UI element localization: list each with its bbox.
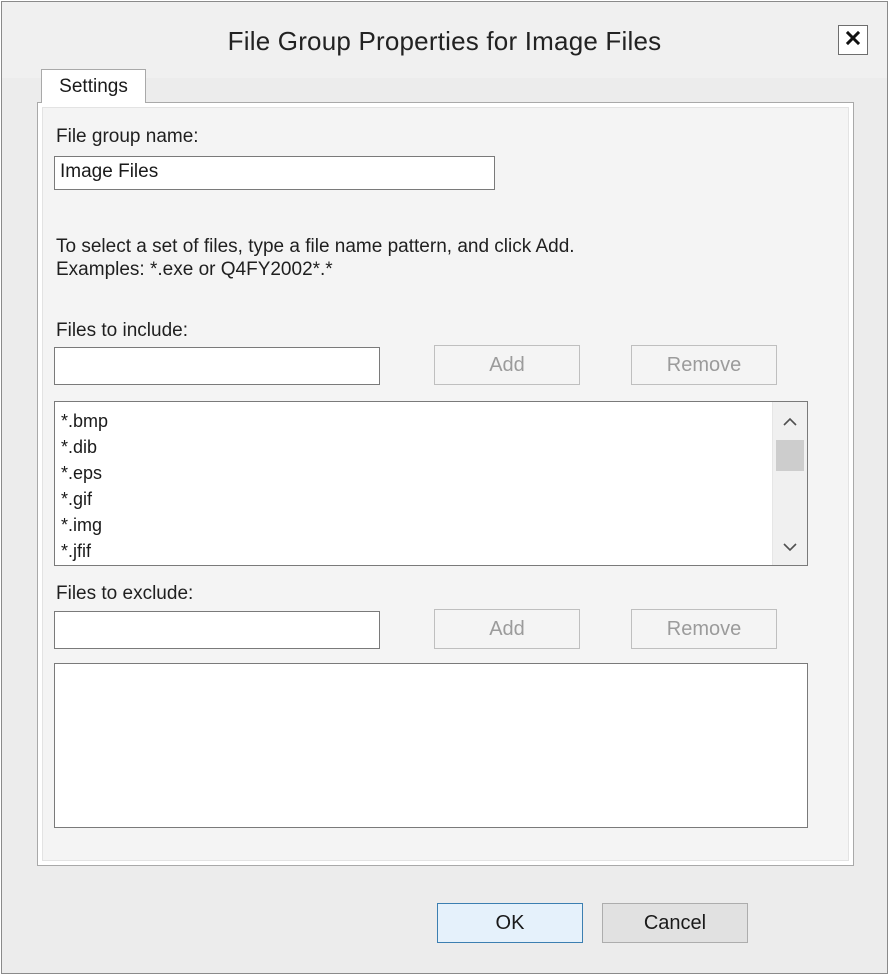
exclude-list[interactable] (54, 663, 808, 828)
chevron-up-icon (782, 414, 798, 432)
files-to-exclude-label: Files to exclude: (56, 583, 194, 604)
exclude-pattern-input[interactable] (54, 611, 380, 649)
instructions-line-1: To select a set of files, type a file na… (56, 236, 575, 257)
tab-settings-label: Settings (59, 75, 128, 97)
scroll-up-button[interactable] (773, 408, 806, 438)
scroll-thumb[interactable] (776, 440, 804, 471)
tab-settings[interactable]: Settings (41, 69, 146, 103)
file-group-name-input[interactable]: Image Files (54, 156, 495, 190)
include-pattern-input[interactable] (54, 347, 380, 385)
cancel-button[interactable]: Cancel (602, 903, 748, 943)
list-item[interactable]: *.bmp (55, 408, 108, 434)
instructions-line-2: Examples: *.exe or Q4FY2002*.* (56, 259, 333, 280)
close-icon (845, 30, 861, 51)
close-button[interactable] (838, 25, 868, 55)
file-group-name-label: File group name: (56, 126, 199, 147)
exclude-add-button[interactable]: Add (434, 609, 580, 649)
list-item[interactable]: *.eps (55, 460, 108, 486)
list-item[interactable]: *.jfif (55, 538, 108, 564)
include-list-items: *.bmp *.dib *.eps *.gif *.img *.jfif (55, 408, 108, 564)
chevron-down-icon (782, 539, 798, 557)
list-item[interactable]: *.img (55, 512, 108, 538)
list-item[interactable]: *.dib (55, 434, 108, 460)
title-bar: File Group Properties for Image Files (2, 2, 887, 78)
include-list-scrollbar[interactable] (772, 402, 807, 565)
files-to-include-label: Files to include: (56, 320, 189, 341)
list-item[interactable]: *.gif (55, 486, 108, 512)
scroll-down-button[interactable] (773, 533, 806, 563)
include-add-button[interactable]: Add (434, 345, 580, 385)
include-remove-button[interactable]: Remove (631, 345, 777, 385)
exclude-remove-button[interactable]: Remove (631, 609, 777, 649)
dialog-title: File Group Properties for Image Files (227, 26, 662, 56)
ok-button[interactable]: OK (437, 903, 583, 943)
include-list[interactable]: *.bmp *.dib *.eps *.gif *.img *.jfif (54, 401, 808, 566)
